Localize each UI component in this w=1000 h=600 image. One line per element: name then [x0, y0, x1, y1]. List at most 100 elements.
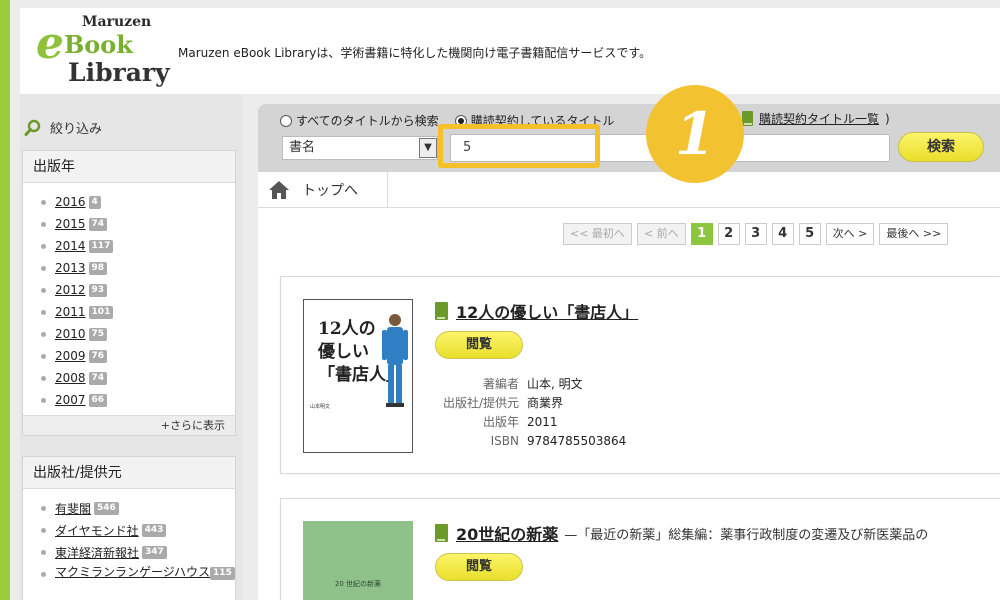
count-badge: 93: [88, 283, 108, 297]
facet-item[interactable]: 2012 93: [39, 279, 235, 301]
book-cover[interactable]: 12人の 優しい 「書店人」 山本明文: [303, 299, 413, 453]
year-facet-list: 2016 4 2015 74 2014 117 2013 98 2012 93 2011 1…: [23, 183, 235, 415]
book-cover[interactable]: 20 世紀の新薬: [303, 521, 413, 600]
meta-key: ISBN: [490, 434, 519, 448]
facet-item[interactable]: 2010 75: [39, 323, 235, 345]
facet-item[interactable]: 2016 4: [39, 191, 235, 213]
facet-item[interactable]: 東洋経済新報社 347: [39, 541, 235, 563]
facet-item[interactable]: 2008 74: [39, 367, 235, 389]
home-label[interactable]: トップへ: [302, 180, 358, 200]
site-logo[interactable]: e Maruzen Book Library: [34, 12, 170, 90]
facet-item-label[interactable]: ダイヤモンド社: [55, 522, 139, 539]
pager-page[interactable]: 3: [744, 223, 767, 245]
pager-page[interactable]: 4: [771, 223, 794, 245]
filter-title-label: 絞り込み: [50, 122, 103, 137]
radio-all-titles[interactable]: [280, 114, 292, 127]
meta-value: 商業界: [527, 396, 564, 410]
count-badge: 546: [94, 501, 119, 515]
facet-item[interactable]: 2009 76: [39, 345, 235, 367]
result-card: 20 世紀の新薬 20世紀の新薬 —「最近の新薬」総集編：薬事行政制度の変遷及び…: [280, 498, 1000, 600]
facet-item-label[interactable]: 2012: [55, 283, 86, 297]
filter-title: 絞り込み: [24, 118, 102, 137]
meta-row: 出版社/提供元 商業界: [441, 394, 626, 413]
facet-item-label[interactable]: マクミランランゲージハウス: [55, 563, 210, 580]
count-badge: 101: [88, 305, 114, 319]
facet-item-label[interactable]: 2014: [55, 239, 86, 253]
facet-item-label[interactable]: 2010: [55, 327, 86, 341]
results-area: << 最初へ < 前へ 1 2 3 4 5 次へ > 最後へ >> 12人の 優…: [258, 208, 1000, 600]
logo-library: Library: [68, 58, 170, 87]
facet-item-label[interactable]: 東洋経済新報社: [55, 544, 139, 561]
count-badge: 74: [88, 371, 108, 385]
logo-e: e: [36, 18, 64, 69]
home-icon: [269, 181, 289, 199]
subscribed-list-link[interactable]: 購読契約タイトル一覧 ): [742, 110, 890, 127]
publisher-facet-title: 出版社/提供元: [23, 457, 235, 489]
meta-value: 山本, 明文: [527, 377, 583, 391]
facet-item-label[interactable]: 2008: [55, 371, 86, 385]
search-button[interactable]: 検索: [898, 132, 984, 162]
count-badge: 4: [88, 195, 101, 209]
pager-page[interactable]: 1: [690, 223, 713, 245]
facet-item[interactable]: 2014 117: [39, 235, 235, 257]
pager-next[interactable]: 次へ >: [825, 223, 875, 245]
chevron-down-icon[interactable]: ▼: [419, 138, 437, 158]
book-icon: [435, 524, 448, 542]
count-badge: 117: [88, 239, 114, 253]
meta-value: 9784785503864: [527, 434, 627, 448]
pager-prev: < 前へ: [636, 223, 686, 245]
facet-item-label[interactable]: 有斐閣: [55, 500, 91, 517]
count-badge: 75: [88, 327, 108, 341]
result-subtitle: —「最近の新薬」総集編：薬事行政制度の変遷及び新医薬品の: [564, 527, 929, 543]
cover-illustration: [382, 314, 408, 407]
meta-key: 著編者: [482, 377, 519, 391]
facet-item[interactable]: 2007 66: [39, 389, 235, 411]
result-title-row: 20世紀の新薬 —「最近の新薬」総集編：薬事行政制度の変遷及び新医薬品の: [435, 521, 928, 545]
subscribed-list-label[interactable]: 購読契約タイトル一覧: [759, 110, 879, 127]
breadcrumb: トップへ: [258, 172, 1000, 208]
count-badge: 66: [88, 393, 108, 407]
radio-all-label[interactable]: すべてのタイトルから検索: [296, 112, 439, 129]
pager-page[interactable]: 2: [717, 223, 740, 245]
facet-item[interactable]: 2015 74: [39, 213, 235, 235]
highlight-box: [438, 124, 600, 168]
site-tagline: Maruzen eBook Libraryは、学術書籍に特化した機関向け電子書籍…: [178, 46, 652, 60]
meta-row: 出版年 2011: [441, 413, 626, 432]
result-metadata: 著編者 山本, 明文 出版社/提供元 商業界 出版年 2011 ISBN 9784785…: [441, 375, 626, 451]
count-badge: 347: [142, 545, 167, 559]
meta-key: 出版年: [482, 415, 519, 429]
result-title[interactable]: 12人の優しい「書店人」: [456, 299, 638, 323]
site-header: e Maruzen Book Library Maruzen eBook Lib…: [20, 8, 1000, 94]
cover-title: 20 世紀の新薬: [334, 580, 382, 588]
facet-item[interactable]: マクミランランゲージハウス 115: [39, 563, 235, 580]
year-facet-title: 出版年: [23, 151, 235, 183]
facet-item-label[interactable]: 2015: [55, 217, 86, 231]
list-close-paren: ): [885, 111, 890, 126]
facet-item[interactable]: 2013 98: [39, 257, 235, 279]
facet-item[interactable]: 2011 101: [39, 301, 235, 323]
facet-item-label[interactable]: 2013: [55, 261, 86, 275]
pager-page[interactable]: 5: [798, 223, 821, 245]
show-more-link[interactable]: +さらに表示: [23, 415, 235, 435]
book-icon: [742, 111, 753, 126]
facet-item[interactable]: ダイヤモンド社 443: [39, 519, 235, 541]
facet-item-label[interactable]: 2011: [55, 305, 86, 319]
result-title[interactable]: 20世紀の新薬: [456, 521, 558, 545]
pager-last[interactable]: 最後へ >>: [879, 223, 949, 245]
search-panel: すべてのタイトルから検索 購読契約しているタイトル 購読契約タイトル一覧 ) 書…: [258, 104, 1000, 172]
meta-row: 著編者 山本, 明文: [441, 375, 626, 394]
book-icon: [435, 302, 448, 320]
read-button[interactable]: 閲覧: [435, 331, 523, 359]
facet-item[interactable]: 有斐閣 546: [39, 497, 235, 519]
facet-item-label[interactable]: 2007: [55, 393, 86, 407]
result-card: 12人の 優しい 「書店人」 山本明文 12人の優しい「書店人」 閲覧 著編者山…: [280, 276, 1000, 474]
facet-item-label[interactable]: 2016: [55, 195, 86, 209]
search-field-select[interactable]: 書名 ▼: [282, 136, 438, 160]
home-link[interactable]: トップへ: [258, 172, 388, 208]
count-badge: 74: [88, 217, 108, 231]
facet-item-label[interactable]: 2009: [55, 349, 86, 363]
meta-row: ISBN 9784785503864: [441, 432, 627, 451]
publisher-facet: 出版社/提供元 有斐閣 546 ダイヤモンド社 443 東洋経済新報社 347 マクミ…: [22, 456, 236, 600]
meta-key: 出版社/提供元: [442, 396, 519, 410]
read-button[interactable]: 閲覧: [435, 553, 523, 581]
